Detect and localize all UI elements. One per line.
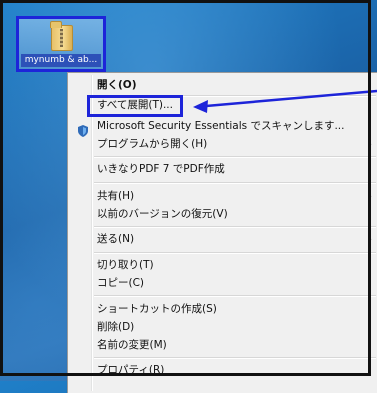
menu-item-ikinari-pdf[interactable]: いきなりPDF 7 でPDF作成 <box>97 161 225 178</box>
menu-separator <box>94 357 376 359</box>
menu-separator <box>94 252 376 254</box>
menu-item-share[interactable]: 共有(H) <box>97 188 134 205</box>
microsoft-security-essentials-icon <box>78 125 88 137</box>
menu-separator <box>94 295 376 297</box>
zipper-icon <box>60 29 63 47</box>
submenu-arrow-icon: ▸ <box>368 192 372 200</box>
menu-item-properties[interactable]: プロパティ(R) <box>97 362 164 379</box>
zip-folder-icon <box>50 21 73 51</box>
menu-item-send-to[interactable]: 送る(N) <box>97 231 134 248</box>
context-menu: 開く(O) すべて展開(T)... Microsoft Security Ess… <box>67 72 377 393</box>
menu-separator <box>94 182 376 184</box>
menu-item-copy[interactable]: コピー(C) <box>97 275 144 292</box>
submenu-arrow-icon: ▸ <box>368 235 372 243</box>
menu-separator <box>94 226 376 228</box>
menu-item-restore-previous[interactable]: 以前のバージョンの復元(V) <box>97 206 228 223</box>
menu-item-open-with[interactable]: プログラムから開く(H) <box>97 136 207 153</box>
menu-item-cut[interactable]: 切り取り(T) <box>97 257 154 274</box>
menu-item-open[interactable]: 開く(O) <box>97 77 137 94</box>
menu-item-rename[interactable]: 名前の変更(M) <box>97 337 167 354</box>
zip-folder-desktop-icon[interactable]: mynumb & ab... <box>16 16 106 72</box>
submenu-arrow-icon: ▸ <box>368 140 372 148</box>
menu-item-mse-scan[interactable]: Microsoft Security Essentials でスキャンします..… <box>97 118 344 135</box>
desktop-icon-label: mynumb & ab... <box>21 54 101 67</box>
menu-icon-gutter <box>91 75 93 391</box>
menu-separator <box>94 156 376 158</box>
menu-item-delete[interactable]: 削除(D) <box>97 319 134 336</box>
annotation-highlight-box <box>87 95 183 117</box>
menu-item-create-shortcut[interactable]: ショートカットの作成(S) <box>97 301 217 318</box>
